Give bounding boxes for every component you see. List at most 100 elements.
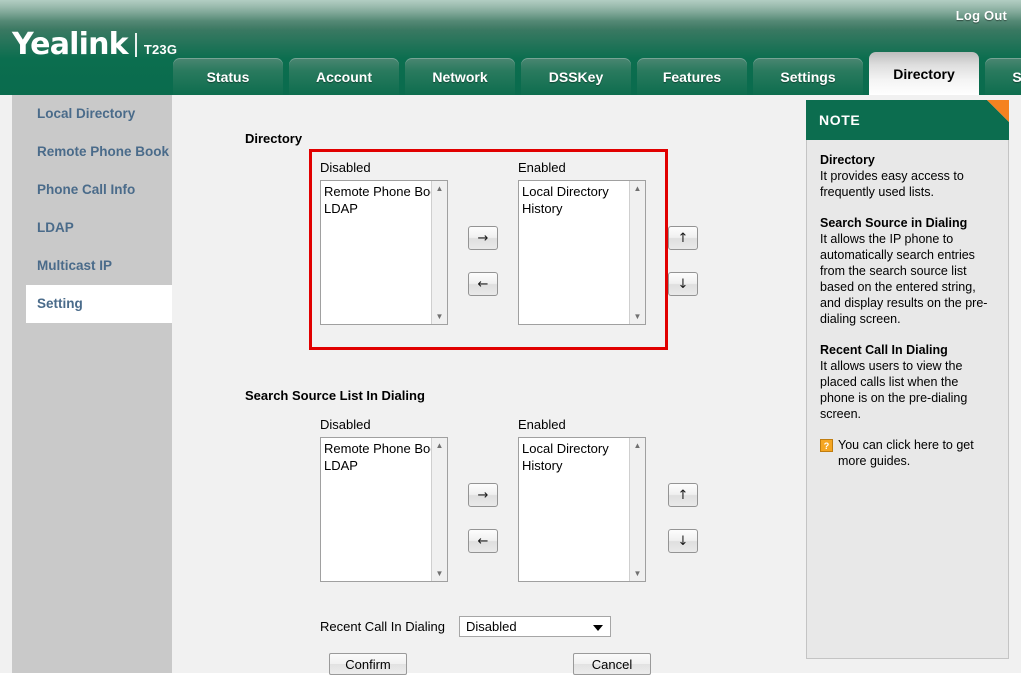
scroll-down-icon[interactable]: ▼ bbox=[433, 310, 447, 323]
help-question-icon[interactable]: ? bbox=[820, 439, 833, 452]
scrollbar-track[interactable] bbox=[631, 452, 645, 567]
note-block-text: It allows users to view the placed calls… bbox=[820, 359, 968, 421]
note-block: Recent Call In Dialing It allows users to… bbox=[820, 342, 995, 422]
recent-call-label: Recent Call In Dialing bbox=[320, 619, 446, 634]
note-block-text: It provides easy access to frequently us… bbox=[820, 169, 964, 199]
main-tab-bar: Status Account Network DSSKey Features Settin… bbox=[173, 52, 1021, 95]
transfer-buttons: → ← bbox=[468, 160, 498, 296]
reorder-buttons: ↑ ↓ bbox=[668, 417, 698, 553]
list-item[interactable]: LDAP bbox=[324, 200, 431, 217]
move-down-button[interactable]: ↓ bbox=[668, 529, 698, 553]
sidebar-item-remote-phone-book[interactable]: Remote Phone Book bbox=[12, 133, 172, 171]
list-item[interactable]: Remote Phone Boo bbox=[324, 440, 431, 457]
logout-link[interactable]: Log Out bbox=[956, 8, 1007, 23]
note-block: Search Source in Dialing It allows the IP… bbox=[820, 215, 995, 327]
tab-security[interactable]: Security bbox=[985, 58, 1021, 95]
disabled-column: Disabled Remote Phone Boo LDAP ▲ ▼ bbox=[320, 160, 448, 325]
reorder-buttons: ↑ ↓ bbox=[668, 160, 698, 296]
move-down-button[interactable]: ↓ bbox=[668, 272, 698, 296]
dual-list-transfer: Disabled Remote Phone Boo LDAP ▲ ▼ → ← Enabled L… bbox=[320, 417, 698, 582]
note-guide-link-row[interactable]: ? You can click here to get more guides. bbox=[820, 437, 995, 469]
recent-call-select[interactable]: Disabled bbox=[459, 616, 612, 637]
note-guide-text[interactable]: You can click here to get more guides. bbox=[838, 437, 995, 469]
brand-logo: Yealink T23G bbox=[12, 30, 177, 60]
note-block: Directory It provides easy access to freq… bbox=[820, 152, 995, 200]
disabled-list-header: Disabled bbox=[320, 417, 371, 432]
disabled-listbox[interactable]: Remote Phone Boo LDAP ▲ ▼ bbox=[320, 180, 448, 325]
enabled-list-header: Enabled bbox=[518, 417, 566, 432]
note-header-label: NOTE bbox=[819, 112, 861, 128]
move-left-button[interactable]: ← bbox=[468, 529, 498, 553]
tab-dsskey[interactable]: DSSKey bbox=[521, 58, 631, 95]
tab-account[interactable]: Account bbox=[289, 58, 399, 95]
app-header: Log Out Yealink T23G Status Account Networ… bbox=[0, 0, 1021, 95]
scrollbar-track[interactable] bbox=[433, 452, 447, 567]
disabled-listbox-scrollbar[interactable]: ▲ ▼ bbox=[431, 438, 447, 581]
scroll-up-icon[interactable]: ▲ bbox=[433, 182, 447, 195]
sidebar-item-ldap[interactable]: LDAP bbox=[12, 209, 172, 247]
list-item[interactable]: Remote Phone Boo bbox=[324, 183, 431, 200]
list-item[interactable]: Local Directory bbox=[522, 183, 629, 200]
scroll-up-icon[interactable]: ▲ bbox=[433, 439, 447, 452]
disabled-listbox-scrollbar[interactable]: ▲ ▼ bbox=[431, 181, 447, 324]
disabled-list-header: Disabled bbox=[320, 160, 371, 175]
note-panel: NOTE Directory It provides easy access to… bbox=[806, 100, 1009, 660]
sidebar-item-multicast-ip[interactable]: Multicast IP bbox=[12, 247, 172, 285]
header-gloss bbox=[0, 0, 1021, 30]
section-title: Search Source List In Dialing bbox=[245, 388, 425, 403]
confirm-button[interactable]: Confirm bbox=[329, 653, 407, 675]
note-block-title: Recent Call In Dialing bbox=[820, 343, 948, 357]
scroll-down-icon[interactable]: ▼ bbox=[631, 310, 645, 323]
move-right-button[interactable]: → bbox=[468, 226, 498, 250]
enabled-listbox-scrollbar[interactable]: ▲ ▼ bbox=[629, 438, 645, 581]
tab-settings[interactable]: Settings bbox=[753, 58, 863, 95]
enabled-listbox-items: Local Directory History bbox=[519, 438, 629, 581]
enabled-listbox-items: Local Directory History bbox=[519, 181, 629, 324]
enabled-listbox[interactable]: Local Directory History ▲ ▼ bbox=[518, 437, 646, 582]
logo-text: Yealink bbox=[12, 27, 129, 62]
scroll-up-icon[interactable]: ▲ bbox=[631, 439, 645, 452]
move-left-button[interactable]: ← bbox=[468, 272, 498, 296]
disabled-listbox-items: Remote Phone Boo LDAP bbox=[321, 181, 431, 324]
tab-features[interactable]: Features bbox=[637, 58, 747, 95]
tab-directory[interactable]: Directory bbox=[869, 52, 979, 95]
chevron-down-icon bbox=[593, 624, 604, 631]
list-item[interactable]: History bbox=[522, 200, 629, 217]
note-block-title: Directory bbox=[820, 153, 875, 167]
list-item[interactable]: LDAP bbox=[324, 457, 431, 474]
note-body: Directory It provides easy access to freq… bbox=[806, 140, 1009, 659]
list-item[interactable]: Local Directory bbox=[522, 440, 629, 457]
tab-network[interactable]: Network bbox=[405, 58, 515, 95]
enabled-column: Enabled Local Directory History ▲ ▼ bbox=[518, 160, 646, 325]
sidebar-nav: Local Directory Remote Phone Book Phone Ca… bbox=[12, 95, 172, 673]
scroll-down-icon[interactable]: ▼ bbox=[433, 567, 447, 580]
move-right-button[interactable]: → bbox=[468, 483, 498, 507]
move-up-button[interactable]: ↑ bbox=[668, 226, 698, 250]
scrollbar-track[interactable] bbox=[433, 195, 447, 310]
scroll-down-icon[interactable]: ▼ bbox=[631, 567, 645, 580]
disabled-listbox-items: Remote Phone Boo LDAP bbox=[321, 438, 431, 581]
note-block-title: Search Source in Dialing bbox=[820, 216, 968, 230]
note-block-text: It allows the IP phone to automatically … bbox=[820, 232, 988, 326]
disabled-listbox[interactable]: Remote Phone Boo LDAP ▲ ▼ bbox=[320, 437, 448, 582]
scroll-up-icon[interactable]: ▲ bbox=[631, 182, 645, 195]
sidebar-item-phone-call-info[interactable]: Phone Call Info bbox=[12, 171, 172, 209]
list-item[interactable]: History bbox=[522, 457, 629, 474]
tab-status[interactable]: Status bbox=[173, 58, 283, 95]
enabled-column: Enabled Local Directory History ▲ ▼ bbox=[518, 417, 646, 582]
logo-divider bbox=[134, 33, 137, 57]
transfer-buttons: → ← bbox=[468, 417, 498, 553]
recent-call-in-dialing-row: Recent Call In Dialing Disabled bbox=[320, 616, 612, 637]
enabled-list-header: Enabled bbox=[518, 160, 566, 175]
page-root: Log Out Yealink T23G Status Account Networ… bbox=[0, 0, 1021, 675]
move-up-button[interactable]: ↑ bbox=[668, 483, 698, 507]
cancel-button[interactable]: Cancel bbox=[573, 653, 651, 675]
enabled-listbox-scrollbar[interactable]: ▲ ▼ bbox=[629, 181, 645, 324]
sidebar-item-local-directory[interactable]: Local Directory bbox=[12, 95, 172, 133]
recent-call-selected-value: Disabled bbox=[466, 619, 517, 634]
section-title: Directory bbox=[245, 131, 303, 146]
enabled-listbox[interactable]: Local Directory History ▲ ▼ bbox=[518, 180, 646, 325]
scrollbar-track[interactable] bbox=[631, 195, 645, 310]
dual-list-transfer: Disabled Remote Phone Boo LDAP ▲ ▼ → ← Enabled L… bbox=[320, 160, 698, 325]
sidebar-item-setting[interactable]: Setting bbox=[26, 285, 172, 323]
